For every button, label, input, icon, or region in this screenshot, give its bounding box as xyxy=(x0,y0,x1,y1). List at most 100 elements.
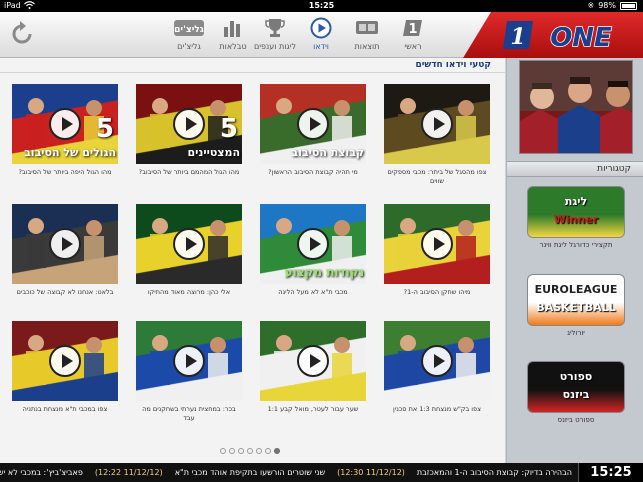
category-item[interactable]: ספורט ביזנס ספורט ביזנס xyxy=(527,361,625,425)
video-tile[interactable]: מיהו שחקן הסיבוב ה-1? xyxy=(384,204,490,297)
battery-icon xyxy=(620,1,637,10)
video-tile[interactable]: צפו במכבי ת"א מנצחת בנתניה xyxy=(12,321,118,414)
play-icon[interactable] xyxy=(49,228,81,260)
video-caption: מהו הגול היפה ביותר של הסיבוב? xyxy=(18,168,112,176)
video-thumbnail[interactable]: 5 המצטיינים xyxy=(136,84,242,164)
play-icon[interactable] xyxy=(173,108,205,140)
page-indicator[interactable] xyxy=(220,448,280,454)
page-dot[interactable] xyxy=(229,448,235,454)
ticker-clock: 15:25 xyxy=(578,463,643,482)
video-tile[interactable]: נקודות מקצוע מכבי ת"א לא מעל הליגה xyxy=(260,204,366,297)
glitches-logo-text: גליצ'ים xyxy=(174,25,204,35)
overlay-number: 5 xyxy=(219,114,238,144)
nav-results[interactable]: תוצאות xyxy=(344,16,390,56)
video-caption: בלאט: אנחנו לא קבוצה של כוכבים xyxy=(16,288,114,296)
video-tile[interactable]: צפו בק"ש מנצחת 1:3 את סכנין xyxy=(384,321,490,414)
overlay-title: הגולים של הסיבוב xyxy=(24,146,116,159)
featured-banner-image[interactable] xyxy=(519,60,633,154)
sidebar: קטגוריות ליגת Winner תקצירי כדורגל ליגת וו… xyxy=(506,58,643,463)
play-icon[interactable] xyxy=(421,108,453,140)
brand-logo-text: ONE xyxy=(550,23,612,53)
video-tile[interactable]: צפו מהסגל של ביתר: מכבי מספקים שווים xyxy=(384,84,490,186)
play-icon[interactable] xyxy=(49,345,81,377)
play-icon[interactable] xyxy=(173,345,205,377)
svg-text:1: 1 xyxy=(408,22,417,37)
video-thumbnail[interactable] xyxy=(12,204,118,284)
category-logo-line2: ביזנס xyxy=(562,388,590,401)
video-thumbnail[interactable] xyxy=(12,321,118,401)
video-tile[interactable]: בכר: במחצית נערתי בשחקנים מה עבד xyxy=(136,321,242,423)
page-dot[interactable] xyxy=(265,448,271,454)
video-caption: מי תהיה קבוצת הסיבוב הראשון? xyxy=(268,168,358,176)
top-toolbar: גליצ'ים גליצ'ים טבלאות ליגות וענפים וידא… xyxy=(0,12,643,58)
category-name: ספורט ביזנס xyxy=(557,416,595,424)
page-dot[interactable] xyxy=(256,448,262,454)
ticker-headline[interactable]: הבהירה בדיוק: קבוצת הסיבוב ה-1 והמאכזבת xyxy=(411,468,578,477)
play-icon[interactable] xyxy=(421,228,453,260)
video-caption: צפו במכבי ת"א מנצחת בנתניה xyxy=(22,405,108,413)
video-caption: מכבי ת"א לא מעל הליגה xyxy=(278,288,348,296)
play-icon[interactable] xyxy=(297,345,329,377)
news-ticker[interactable]: הבהירה בדיוק: קבוצת הסיבוב ה-1 והמאכזבת(… xyxy=(0,463,643,482)
refresh-icon[interactable] xyxy=(8,20,36,48)
battery-percent: 98% xyxy=(598,1,616,10)
category-logo[interactable]: ליגת Winner xyxy=(527,186,625,238)
video-section: קטעי וידאו חדשים צפו מהסגל של ביתר: מכבי… xyxy=(0,58,505,463)
nav-label: ליגות וענפים xyxy=(253,42,297,51)
video-thumbnail[interactable] xyxy=(136,204,242,284)
categories-header: קטגוריות xyxy=(507,161,643,177)
nav-home[interactable]: 1 ראשי xyxy=(390,16,436,56)
ticker-timestamp[interactable]: (11/12/12 12:22) xyxy=(89,468,169,477)
play-circle-icon xyxy=(298,16,344,40)
video-caption: צפו מהסגל של ביתר: מכבי מספקים שווים xyxy=(387,168,487,185)
svg-text:1: 1 xyxy=(510,24,525,50)
bluetooth-icon: ※ xyxy=(587,1,595,10)
page-dot[interactable] xyxy=(247,448,253,454)
video-tile[interactable]: 5 המצטיינים מהו הגול המהמם ביותר של הסיבוב… xyxy=(136,84,242,177)
category-logo[interactable]: ספורט ביזנס xyxy=(527,361,625,413)
divider xyxy=(0,72,505,73)
category-item[interactable]: EUROLEAGUE BASKETBALL יורוליג xyxy=(527,274,625,338)
nav-video[interactable]: וידאו xyxy=(298,16,344,56)
play-icon[interactable] xyxy=(297,108,329,140)
ticker-headline[interactable]: שני שוטרים הורשעו בתקיפת אוהד מכבי ת"א xyxy=(169,468,331,477)
video-caption: מיהו שחקן הסיבוב ה-1? xyxy=(403,288,471,296)
category-logo-line2: BASKETBALL xyxy=(536,301,616,314)
video-tile[interactable]: אלי כהן: מרוצה מאוד מהתיקו xyxy=(136,204,242,297)
play-icon[interactable] xyxy=(297,228,329,260)
category-logo[interactable]: EUROLEAGUE BASKETBALL xyxy=(527,274,625,326)
ticker-items[interactable]: הבהירה בדיוק: קבוצת הסיבוב ה-1 והמאכזבת(… xyxy=(0,463,578,482)
video-thumbnail[interactable] xyxy=(384,321,490,401)
page-dot[interactable] xyxy=(274,448,280,454)
overlay-title: המצטיינים xyxy=(187,146,240,159)
ticker-headline[interactable]: פאביצ'ביץ': במכבי לא יש xyxy=(0,468,89,477)
page-dot[interactable] xyxy=(220,448,226,454)
video-thumbnail[interactable]: נקודות מקצוע xyxy=(260,204,366,284)
ticker-timestamp[interactable]: (11/12/12 12:30) xyxy=(331,468,411,477)
nav-glitches[interactable]: גליצ'ים גליצ'ים xyxy=(166,16,212,56)
video-tile[interactable]: שער עבור לעטר, מואל קבע 1:1 xyxy=(260,321,366,414)
one-logo: 1 ONE xyxy=(463,12,643,58)
video-thumbnail[interactable] xyxy=(384,204,490,284)
video-caption: שער עבור לעטר, מואל קבע 1:1 xyxy=(267,405,359,413)
video-thumbnail[interactable]: 5 הגולים של הסיבוב xyxy=(12,84,118,164)
video-thumbnail[interactable] xyxy=(136,321,242,401)
nav-leagues[interactable]: ליגות וענפים xyxy=(250,16,300,56)
category-item[interactable]: ליגת Winner תקצירי כדורגל ליגת ווינר xyxy=(527,186,625,250)
overlay-title: קבוצת הסיבוב xyxy=(291,146,364,159)
video-tile[interactable]: בלאט: אנחנו לא קבוצה של כוכבים xyxy=(12,204,118,297)
video-caption: צפו בק"ש מנצחת 1:3 את סכנין xyxy=(393,405,481,413)
video-thumbnail[interactable]: קבוצת הסיבוב xyxy=(260,84,366,164)
play-icon[interactable] xyxy=(421,345,453,377)
video-thumbnail[interactable] xyxy=(384,84,490,164)
video-thumbnail[interactable] xyxy=(260,321,366,401)
play-icon[interactable] xyxy=(49,108,81,140)
play-icon[interactable] xyxy=(173,228,205,260)
nav-label: וידאו xyxy=(313,42,329,51)
page-dot[interactable] xyxy=(238,448,244,454)
overlay-number: 5 xyxy=(95,114,114,144)
home-one-icon: 1 xyxy=(390,16,436,40)
video-tile[interactable]: 5 הגולים של הסיבוב מהו הגול היפה ביותר של … xyxy=(12,84,118,177)
category-logo-line1: EUROLEAGUE xyxy=(534,283,618,296)
video-tile[interactable]: קבוצת הסיבוב מי תהיה קבוצת הסיבוב הראשון? xyxy=(260,84,366,177)
